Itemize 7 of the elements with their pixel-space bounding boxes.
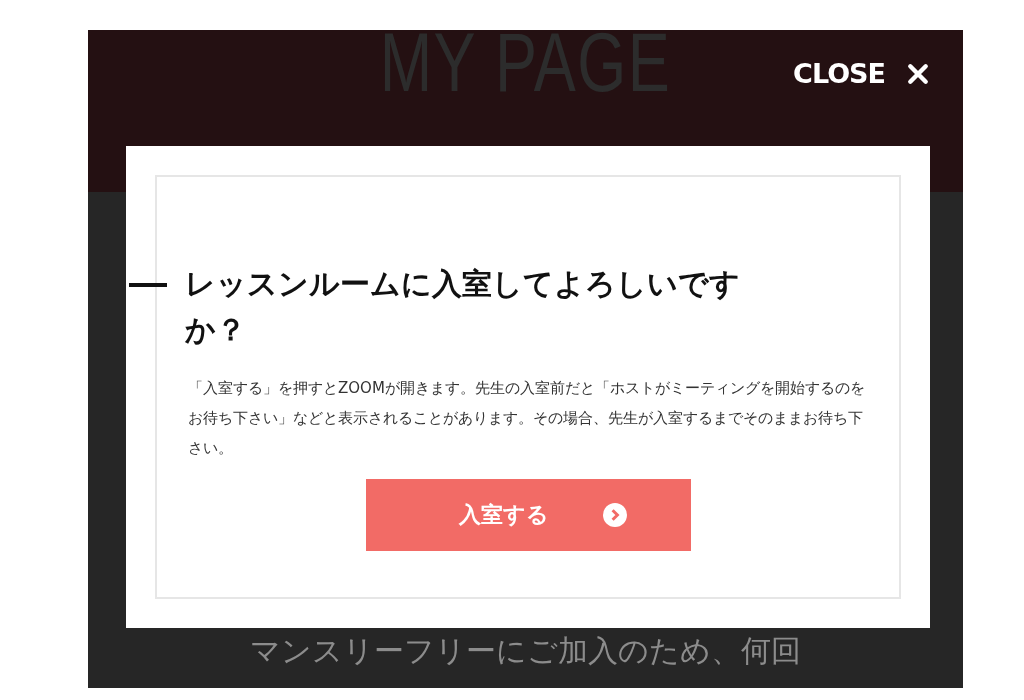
chevron-circle-icon	[603, 503, 627, 527]
title-dash	[129, 283, 167, 287]
background-text: マンスリーフリーにご加入のため、何回	[250, 632, 801, 670]
close-icon	[907, 62, 929, 85]
dialog-title: レッスンルームに入室してよろしいですか？	[185, 265, 741, 349]
close-button[interactable]: CLOSE	[793, 58, 929, 89]
dialog-message: 「入室する」を押すとZOOMが開きます。先生の入室前だと「ホストがミーティングを開始するのをお待ち下さい」などと表示されることがあります。その場合、先生が入室するまでそのままお待ち下さい。	[188, 378, 866, 459]
